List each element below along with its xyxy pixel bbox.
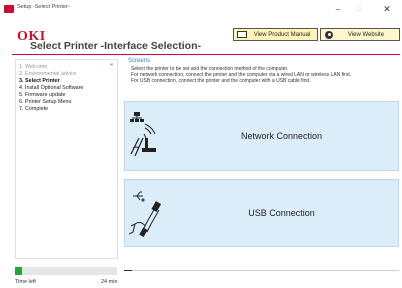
maximize-button[interactable]: □	[348, 2, 370, 16]
screens-section-label: Screens	[128, 58, 151, 64]
view-website-label: View Website	[347, 31, 385, 38]
page-title: Select Printer -Interface Selection-	[30, 40, 201, 52]
view-product-manual-label: View Product Manual	[253, 31, 311, 38]
time-left-value: 24 min	[101, 279, 118, 285]
bottom-divider	[124, 270, 399, 271]
time-left-label: Time left	[15, 279, 36, 285]
network-connection-icon	[130, 112, 156, 157]
window-title: Setup -Select Printer-	[17, 4, 70, 10]
instruction-line: For USB connection, connect the printer …	[131, 78, 311, 84]
view-website-button[interactable]: View Website	[320, 28, 400, 41]
step-firmware-update: 5. Firmware update	[19, 92, 66, 98]
close-button[interactable]: ✕	[376, 2, 398, 16]
usb-cable-icon	[129, 191, 162, 237]
step-welcome: 1. Welcome	[19, 64, 48, 70]
manual-icon	[237, 31, 247, 38]
step-install-optional-software: 4. Install Optional Software	[19, 85, 84, 91]
network-connection-label: Network Connection	[240, 131, 323, 141]
sidebar-collapse-toggle[interactable]: «	[110, 62, 113, 68]
progress-bar	[15, 267, 117, 275]
progress-bar-fill	[15, 267, 23, 275]
steps-sidebar: « 1. Welcome 2. Environmental advice 3. …	[15, 59, 118, 259]
step-printer-setup-menu: 6. Printer Setup Menu	[19, 99, 72, 105]
app-icon	[4, 5, 14, 13]
bottom-divider-marker	[124, 270, 132, 271]
view-product-manual-button[interactable]: View Product Manual	[233, 28, 318, 41]
usb-connection-button[interactable]: USB Connection	[124, 179, 399, 247]
minimize-button[interactable]: –	[327, 2, 349, 16]
step-complete: 7. Complete	[19, 106, 49, 112]
header-divider	[12, 54, 400, 55]
network-connection-button[interactable]: Network Connection	[124, 101, 399, 171]
globe-icon	[325, 30, 333, 39]
usb-connection-label: USB Connection	[248, 208, 315, 218]
step-select-printer: 3. Select Printer	[19, 78, 60, 84]
window-titlebar: Setup -Select Printer- – □ ✕	[0, 0, 402, 22]
step-environmental-advice: 2. Environmental advice	[19, 71, 77, 77]
